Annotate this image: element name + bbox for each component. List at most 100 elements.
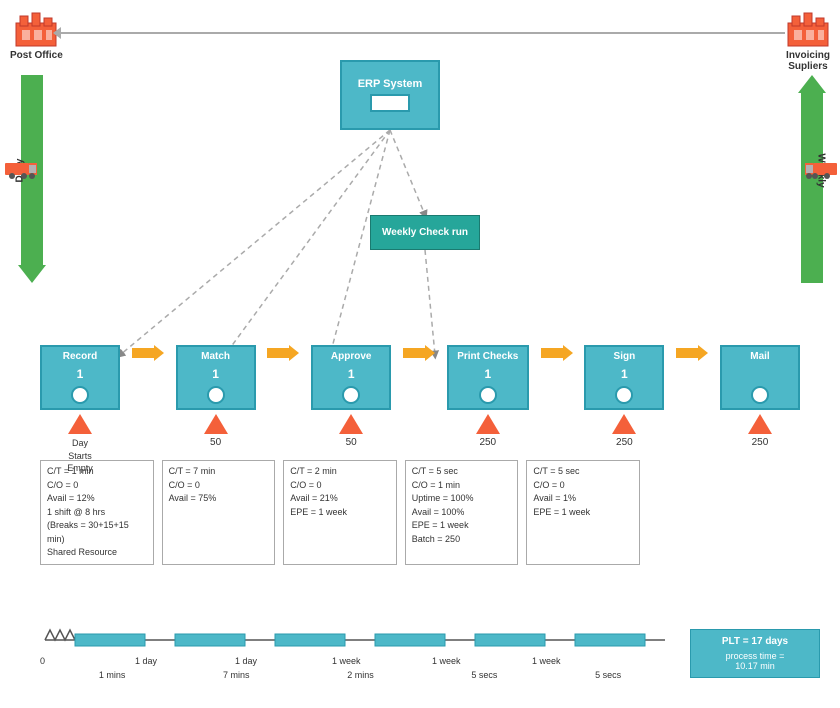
arrow-body — [541, 348, 563, 358]
match-num: 1 — [212, 367, 219, 381]
arrow-match-approve — [267, 345, 299, 361]
info-sign: C/T = 5 sec C/O = 0 Avail = 1% EPE = 1 w… — [526, 460, 640, 565]
arrow-print-sign — [541, 345, 573, 361]
process-mail-box: Mail — [720, 345, 800, 410]
tl-1day-2: 1 day — [235, 656, 257, 666]
weekly-check-label: Weekly Check run — [382, 227, 468, 238]
record-circle — [71, 386, 89, 404]
info-approve-line1: C/T = 2 min — [290, 465, 390, 479]
info-boxes-row: C/T = 1 min C/O = 0 Avail = 12% 1 shift … — [40, 460, 640, 565]
info-record-line3: Avail = 12% — [47, 492, 147, 506]
plt-label: PLT = 17 days — [697, 636, 813, 647]
print-num: 1 — [484, 367, 491, 381]
tl-0: 0 — [40, 656, 45, 666]
info-approve-line4: EPE = 1 week — [290, 506, 390, 520]
approve-title: Approve — [331, 351, 372, 362]
arrow-body — [267, 348, 289, 358]
timeline: 0 1 day 1 day 1 week 1 week 1 week — [40, 628, 670, 658]
sign-warning — [612, 414, 636, 434]
arrow-body — [403, 348, 425, 358]
info-match-line1: C/T = 7 min — [169, 465, 269, 479]
info-approve: C/T = 2 min C/O = 0 Avail = 21% EPE = 1 … — [283, 460, 397, 565]
info-sign-line2: C/O = 0 — [533, 479, 633, 493]
mail-num-below: 250 — [752, 437, 769, 448]
process-approve-box: Approve 1 — [311, 345, 391, 410]
tl-1day-1: 1 day — [135, 656, 157, 666]
info-record-line5: (Breaks = 30+15+15 min) — [47, 519, 147, 546]
record-warning — [68, 414, 92, 434]
match-num-below: 50 — [210, 437, 221, 448]
mail-warning — [748, 414, 772, 434]
factory-left-label: Post Office — [10, 50, 63, 61]
info-record-line6: Shared Resource — [47, 546, 147, 560]
process-row: Record 1 DayStartsEmpty Match 1 50 — [40, 345, 800, 475]
info-print-line1: C/T = 5 sec — [412, 465, 512, 479]
sign-num-below: 250 — [616, 437, 633, 448]
factory-left-icon — [14, 8, 58, 48]
record-num: 1 — [77, 367, 84, 381]
top-horizontal-line — [55, 32, 785, 34]
factory-right: Invoicing Supliers — [786, 8, 830, 72]
weekly-arrow-line — [801, 93, 823, 283]
time-2: 7 mins — [223, 670, 250, 680]
timeline-svg — [40, 628, 670, 653]
info-record-line2: C/O = 0 — [47, 479, 147, 493]
time-5: 5 secs — [595, 670, 621, 680]
factory-right-icon — [786, 8, 830, 48]
record-title: Record — [63, 351, 97, 362]
erp-sub-box — [370, 94, 410, 112]
time-1: 1 mins — [99, 670, 126, 680]
erp-system-box: ERP System — [340, 60, 440, 130]
info-match-line2: C/O = 0 — [169, 479, 269, 493]
truck-left-icon — [5, 155, 37, 182]
info-match: C/T = 7 min C/O = 0 Avail = 75% — [162, 460, 276, 565]
info-approve-line3: Avail = 21% — [290, 492, 390, 506]
process-record-box: Record 1 — [40, 345, 120, 410]
tl-1week-1: 1 week — [332, 656, 361, 666]
info-record-line1: C/T = 1 min — [47, 465, 147, 479]
info-print-line6: Batch = 250 — [412, 533, 512, 547]
match-warning — [204, 414, 228, 434]
process-match: Match 1 50 — [176, 345, 256, 448]
arrow-tip — [563, 345, 573, 361]
match-title: Match — [201, 351, 230, 362]
arrow-body — [676, 348, 698, 358]
truck-right-icon — [805, 155, 837, 182]
time-3: 2 mins — [347, 670, 374, 680]
approve-num: 1 — [348, 367, 355, 381]
info-print-line5: EPE = 1 week — [412, 519, 512, 533]
tl-1week-3: 1 week — [532, 656, 561, 666]
factory-right-label: Invoicing Supliers — [786, 50, 830, 72]
info-print-line3: Uptime = 100% — [412, 492, 512, 506]
arrow-tip — [698, 345, 708, 361]
mail-circle — [751, 386, 769, 404]
process-approve: Approve 1 50 — [311, 345, 391, 448]
info-print-line2: C/O = 1 min — [412, 479, 512, 493]
info-record-line4: 1 shift @ 8 hrs — [47, 506, 147, 520]
print-title: Print Checks — [457, 351, 518, 362]
print-num-below: 250 — [479, 437, 496, 448]
tl-1week-2: 1 week — [432, 656, 461, 666]
plt-box: PLT = 17 days process time =10.17 min — [690, 629, 820, 678]
arrow-body — [132, 348, 154, 358]
time-4: 5 secs — [471, 670, 497, 680]
process-print-box: Print Checks 1 — [447, 345, 529, 410]
weekly-check-box: Weekly Check run — [370, 215, 480, 250]
info-approve-line2: C/O = 0 — [290, 479, 390, 493]
process-print-checks: Print Checks 1 250 — [447, 345, 529, 448]
arrow-approve-print — [403, 345, 435, 361]
info-record: C/T = 1 min C/O = 0 Avail = 12% 1 shift … — [40, 460, 154, 565]
process-match-box: Match 1 — [176, 345, 256, 410]
info-sign-line1: C/T = 5 sec — [533, 465, 633, 479]
approve-warning — [339, 414, 363, 434]
arrow-record-match — [132, 345, 164, 361]
info-print-line4: Avail = 100% — [412, 506, 512, 520]
process-sign-box: Sign 1 — [584, 345, 664, 410]
weekly-arrow-tip — [798, 75, 826, 93]
arrow-sign-mail — [676, 345, 708, 361]
approve-num-below: 50 — [346, 437, 357, 448]
daily-arrow-tip — [18, 265, 46, 283]
top-line-arrow — [53, 27, 61, 39]
arrow-tip — [154, 345, 164, 361]
info-sign-line4: EPE = 1 week — [533, 506, 633, 520]
